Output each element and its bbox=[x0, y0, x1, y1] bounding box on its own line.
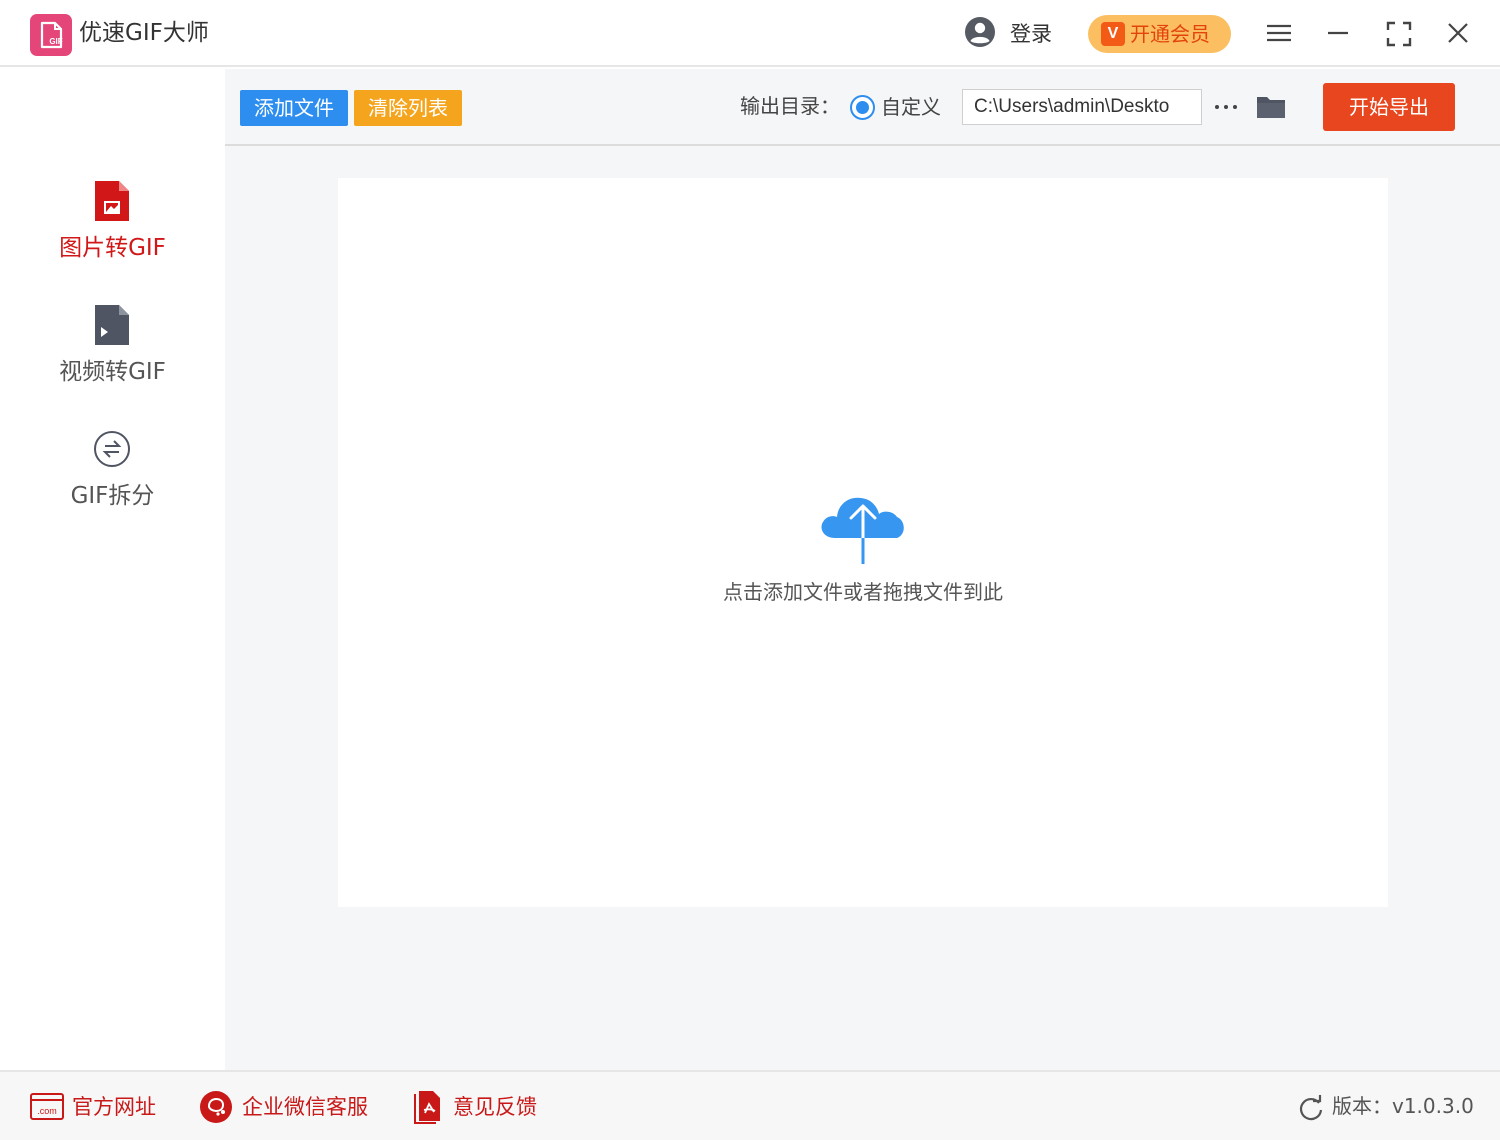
custom-option-label[interactable]: 自定义 bbox=[881, 94, 941, 120]
website-icon: .com bbox=[30, 1093, 64, 1120]
split-icon bbox=[94, 431, 130, 467]
cloud-upload-icon bbox=[821, 497, 904, 566]
vip-icon: V bbox=[1101, 22, 1125, 46]
refresh-icon[interactable] bbox=[1298, 1095, 1324, 1121]
video-file-icon bbox=[95, 305, 129, 345]
more-options-icon[interactable] bbox=[1211, 93, 1241, 121]
sidebar-item-image-to-gif[interactable]: 图片转GIF bbox=[0, 181, 225, 291]
close-icon[interactable] bbox=[1440, 16, 1476, 52]
maximize-icon[interactable] bbox=[1381, 16, 1417, 52]
user-avatar-icon[interactable] bbox=[964, 16, 996, 48]
sidebar-item-label: GIF拆分 bbox=[70, 483, 155, 509]
minimize-icon[interactable] bbox=[1320, 16, 1356, 52]
main-panel: 添加文件 清除列表 输出目录： 自定义 开始导出 点击添加文件或者拖拽文件到此 bbox=[225, 69, 1500, 1070]
vip-label: 开通会员 bbox=[1130, 22, 1210, 46]
footer: .com 官方网址 企业微信客服 意见反馈 版本：v1.0.3.0 bbox=[0, 1070, 1500, 1140]
version-label: 版本：v1.0.3.0 bbox=[1332, 1094, 1474, 1118]
app-logo-icon: GIF bbox=[30, 14, 72, 56]
app-title: 优速GIF大师 bbox=[79, 20, 209, 46]
feedback-link[interactable]: 意见反馈 bbox=[414, 1090, 544, 1124]
logo-text: GIF bbox=[49, 37, 62, 46]
feedback-label: 意见反馈 bbox=[453, 1095, 537, 1119]
wechat-service-icon bbox=[200, 1091, 232, 1123]
drop-hint-text: 点击添加文件或者拖拽文件到此 bbox=[723, 580, 1003, 604]
title-bar: GIF 优速GIF大师 登录 V 开通会员 bbox=[0, 0, 1500, 67]
toolbar: 添加文件 清除列表 输出目录： 自定义 开始导出 bbox=[225, 69, 1500, 146]
add-files-button[interactable]: 添加文件 bbox=[240, 90, 348, 126]
sidebar-item-label: 视频转GIF bbox=[59, 359, 166, 385]
image-file-icon bbox=[95, 181, 129, 221]
output-path-field[interactable] bbox=[962, 89, 1202, 125]
output-dir-label: 输出目录： bbox=[740, 94, 840, 118]
open-folder-icon[interactable] bbox=[1255, 91, 1287, 121]
website-icon-text: .com bbox=[37, 1106, 57, 1116]
radio-dot bbox=[856, 101, 869, 114]
official-site-label: 官方网址 bbox=[72, 1095, 156, 1119]
wechat-service-label: 企业微信客服 bbox=[242, 1095, 368, 1119]
file-drop-zone[interactable]: 点击添加文件或者拖拽文件到此 bbox=[338, 178, 1388, 907]
custom-output-radio[interactable] bbox=[850, 95, 875, 120]
clear-list-button[interactable]: 清除列表 bbox=[354, 90, 462, 126]
sidebar-item-label: 图片转GIF bbox=[59, 235, 166, 261]
wechat-service-link[interactable]: 企业微信客服 bbox=[199, 1090, 374, 1124]
vip-membership-button[interactable]: V 开通会员 bbox=[1088, 15, 1231, 53]
sidebar: 图片转GIF 视频转GIF GIF拆分 bbox=[0, 69, 225, 1070]
sidebar-item-video-to-gif[interactable]: 视频转GIF bbox=[0, 305, 225, 415]
start-export-button[interactable]: 开始导出 bbox=[1323, 83, 1455, 131]
menu-icon[interactable] bbox=[1261, 16, 1297, 52]
official-site-link[interactable]: .com 官方网址 bbox=[30, 1090, 160, 1124]
login-link[interactable]: 登录 bbox=[1010, 20, 1052, 48]
feedback-document-icon bbox=[414, 1091, 440, 1124]
sidebar-item-gif-split[interactable]: GIF拆分 bbox=[0, 429, 225, 539]
